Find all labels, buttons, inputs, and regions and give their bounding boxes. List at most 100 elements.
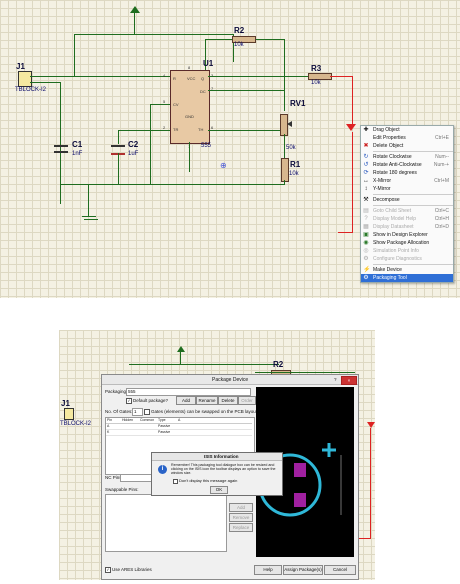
x-mirror-icon: ↔ (363, 178, 369, 184)
gates-swap-checkbox[interactable] (144, 409, 150, 415)
diag-icon: ⚙ (363, 256, 369, 262)
schematic-canvas-2[interactable]: R2 J1 TBLOCK-I2 Package Device ? × Packa… (59, 330, 375, 580)
sim-icon: ◎ (363, 248, 369, 254)
schematic-canvas[interactable]: R2 10k J1 TBLOCK-I2 U1 555 R VCC Q DC CV… (0, 0, 460, 298)
dont-display-checkbox[interactable] (173, 479, 178, 484)
child-sheet-icon: ▤ (363, 208, 369, 214)
menu-item-show-design-explorer[interactable]: ▣ Show in Design Explorer (361, 231, 453, 239)
u1-pin-dc: DC (200, 89, 206, 94)
menu-item-rotate-cw[interactable]: ↻ Rotate Clockwise Num-- (361, 153, 453, 161)
menu-item-make-device[interactable]: ⚡ Make Device (361, 266, 453, 274)
packaging-select[interactable]: 555 (126, 388, 251, 396)
led-icon[interactable] (346, 124, 356, 131)
col-type: Type (158, 418, 166, 422)
ic-u1-555[interactable] (170, 70, 210, 144)
led-icon-bg (367, 422, 375, 428)
j1-ref-bg: J1 (61, 399, 70, 408)
ok-button[interactable]: OK (210, 486, 228, 494)
r1-value: 10k (289, 171, 299, 177)
table-row-type: Passive (158, 430, 171, 434)
menu-item-simulation-point-info[interactable]: ◎ Simulation Point Info (361, 247, 453, 255)
swap-remove-button[interactable]: Remove (229, 513, 253, 522)
u1-pin-vcc: VCC (187, 76, 196, 81)
menu-item-configure-diagnostics[interactable]: ⚙ Configure Diagnostics (361, 255, 453, 263)
help-button[interactable]: Help (254, 565, 282, 575)
menu-item-y-mirror[interactable]: ↕ Y-Mirror (361, 185, 453, 193)
crosshair-icon: ⊕ (220, 161, 227, 170)
resistor-r3[interactable] (308, 73, 332, 80)
r2-ref: R2 (234, 26, 245, 35)
add-button[interactable]: Add (176, 396, 196, 405)
menu-item-delete-object[interactable]: ✖ Delete Object (361, 142, 453, 150)
assign-packages-button[interactable]: Assign Package(s) (283, 565, 323, 575)
menu-item-display-model-help[interactable]: ? Display Model Help Ctrl+H (361, 215, 453, 223)
decompose-icon: ⚒ (363, 197, 369, 203)
u1-pin-tr: TR (173, 127, 179, 132)
help-icon: ? (364, 216, 368, 222)
col-pin: Pin (107, 418, 113, 422)
menu-item-decompose[interactable]: ⚒ Decompose (361, 196, 453, 204)
close-button[interactable]: × (341, 376, 357, 385)
rotate-cw-icon: ↻ (363, 154, 369, 160)
y-mirror-icon: ↕ (364, 186, 368, 192)
cancel-button[interactable]: Cancel (324, 565, 356, 575)
u1-pin-th: TH (198, 127, 204, 132)
u1-pin-gnd: GND (185, 114, 194, 119)
u1-pin-r: R (173, 76, 176, 81)
swappable-pins-list[interactable] (105, 494, 227, 552)
swap-replace-button[interactable]: Replace (229, 523, 253, 532)
menu-item-display-datasheet[interactable]: ▦ Display Datasheet Ctrl+D (361, 223, 453, 231)
rotate-ccw-icon: ↺ (363, 162, 369, 168)
menu-item-rotate-180[interactable]: ⟳ Rotate 180 degrees (361, 169, 453, 177)
menu-item-goto-child-sheet[interactable]: ▤ Goto Child Sheet Ctrl+C (361, 207, 453, 215)
context-menu: ✚ Drag Object Edit Properties Ctrl+E ✖ Dele… (360, 125, 454, 283)
u1-pin-cv: CV (173, 102, 179, 107)
order-button[interactable]: Order (238, 396, 256, 405)
j1-part: TBLOCK-I2 (15, 87, 47, 93)
rv1-ref: RV1 (290, 99, 306, 108)
no-of-gates-field[interactable]: 1 (132, 408, 143, 416)
menu-item-drag-object[interactable]: ✚ Drag Object (361, 126, 453, 134)
table-row-type: Passive (158, 424, 171, 428)
col-common: Common (140, 418, 155, 422)
menu-item-edit-properties[interactable]: Edit Properties Ctrl+E (361, 134, 453, 142)
packaging-icon: ⚙ (363, 275, 369, 281)
menu-item-x-mirror[interactable]: ↔ X-Mirror Ctrl+M (361, 177, 453, 185)
c2-value: 1uF (128, 151, 139, 157)
use-ares-checkbox[interactable]: ✓ (105, 567, 111, 573)
swap-add-button[interactable]: Add (229, 503, 253, 512)
package-icon: ◉ (363, 240, 369, 246)
explorer-icon: ▣ (363, 232, 369, 238)
rename-button[interactable]: Rename (196, 396, 218, 405)
menu-item-show-package-allocation[interactable]: ◉ Show Package Allocation (361, 239, 453, 247)
delete-button[interactable]: Delete (218, 396, 238, 405)
rv1-value: 50k (286, 145, 296, 151)
dialog-title: Package Device (212, 377, 249, 383)
resistor-r1[interactable] (281, 158, 289, 182)
swappable-pins-label: Swappable Pins: (105, 487, 139, 492)
connector-j1[interactable] (18, 71, 32, 87)
datasheet-icon: ▦ (363, 224, 369, 230)
drag-icon: ✚ (363, 127, 369, 133)
table-row-pin: K (107, 430, 110, 434)
capacitor-c1[interactable] (54, 145, 68, 153)
help-q-button[interactable]: ? (334, 377, 337, 382)
j1-ref: J1 (16, 62, 25, 71)
table-row-pin: A (107, 424, 110, 428)
r1-ref: R1 (290, 160, 301, 169)
default-package-checkbox[interactable]: ✓ (126, 398, 132, 404)
wiper-arrow-icon (287, 121, 292, 127)
r2-value: 10k (234, 42, 244, 48)
menu-item-rotate-ccw[interactable]: ↺ Rotate Anti-Clockwise Num-+ (361, 161, 453, 169)
r2-ref-bg: R2 (273, 360, 284, 369)
isis-info-dialog: ISIS Information i Remember! This packag… (151, 452, 283, 496)
j1-part-bg: TBLOCK-I2 (60, 421, 92, 427)
u1-pin-8: 8 (188, 65, 191, 70)
default-package-label: Default package? (133, 398, 169, 403)
c2-ref: C2 (128, 140, 139, 149)
u1-pin-4: 4 (163, 73, 166, 78)
menu-item-packaging-tool[interactable]: ⚙ Packaging Tool (361, 274, 453, 282)
info-message: Remember! This packaging tool dialogue b… (171, 463, 276, 476)
c1-ref: C1 (72, 140, 83, 149)
dont-display-label: Don't display this message again (179, 478, 238, 483)
